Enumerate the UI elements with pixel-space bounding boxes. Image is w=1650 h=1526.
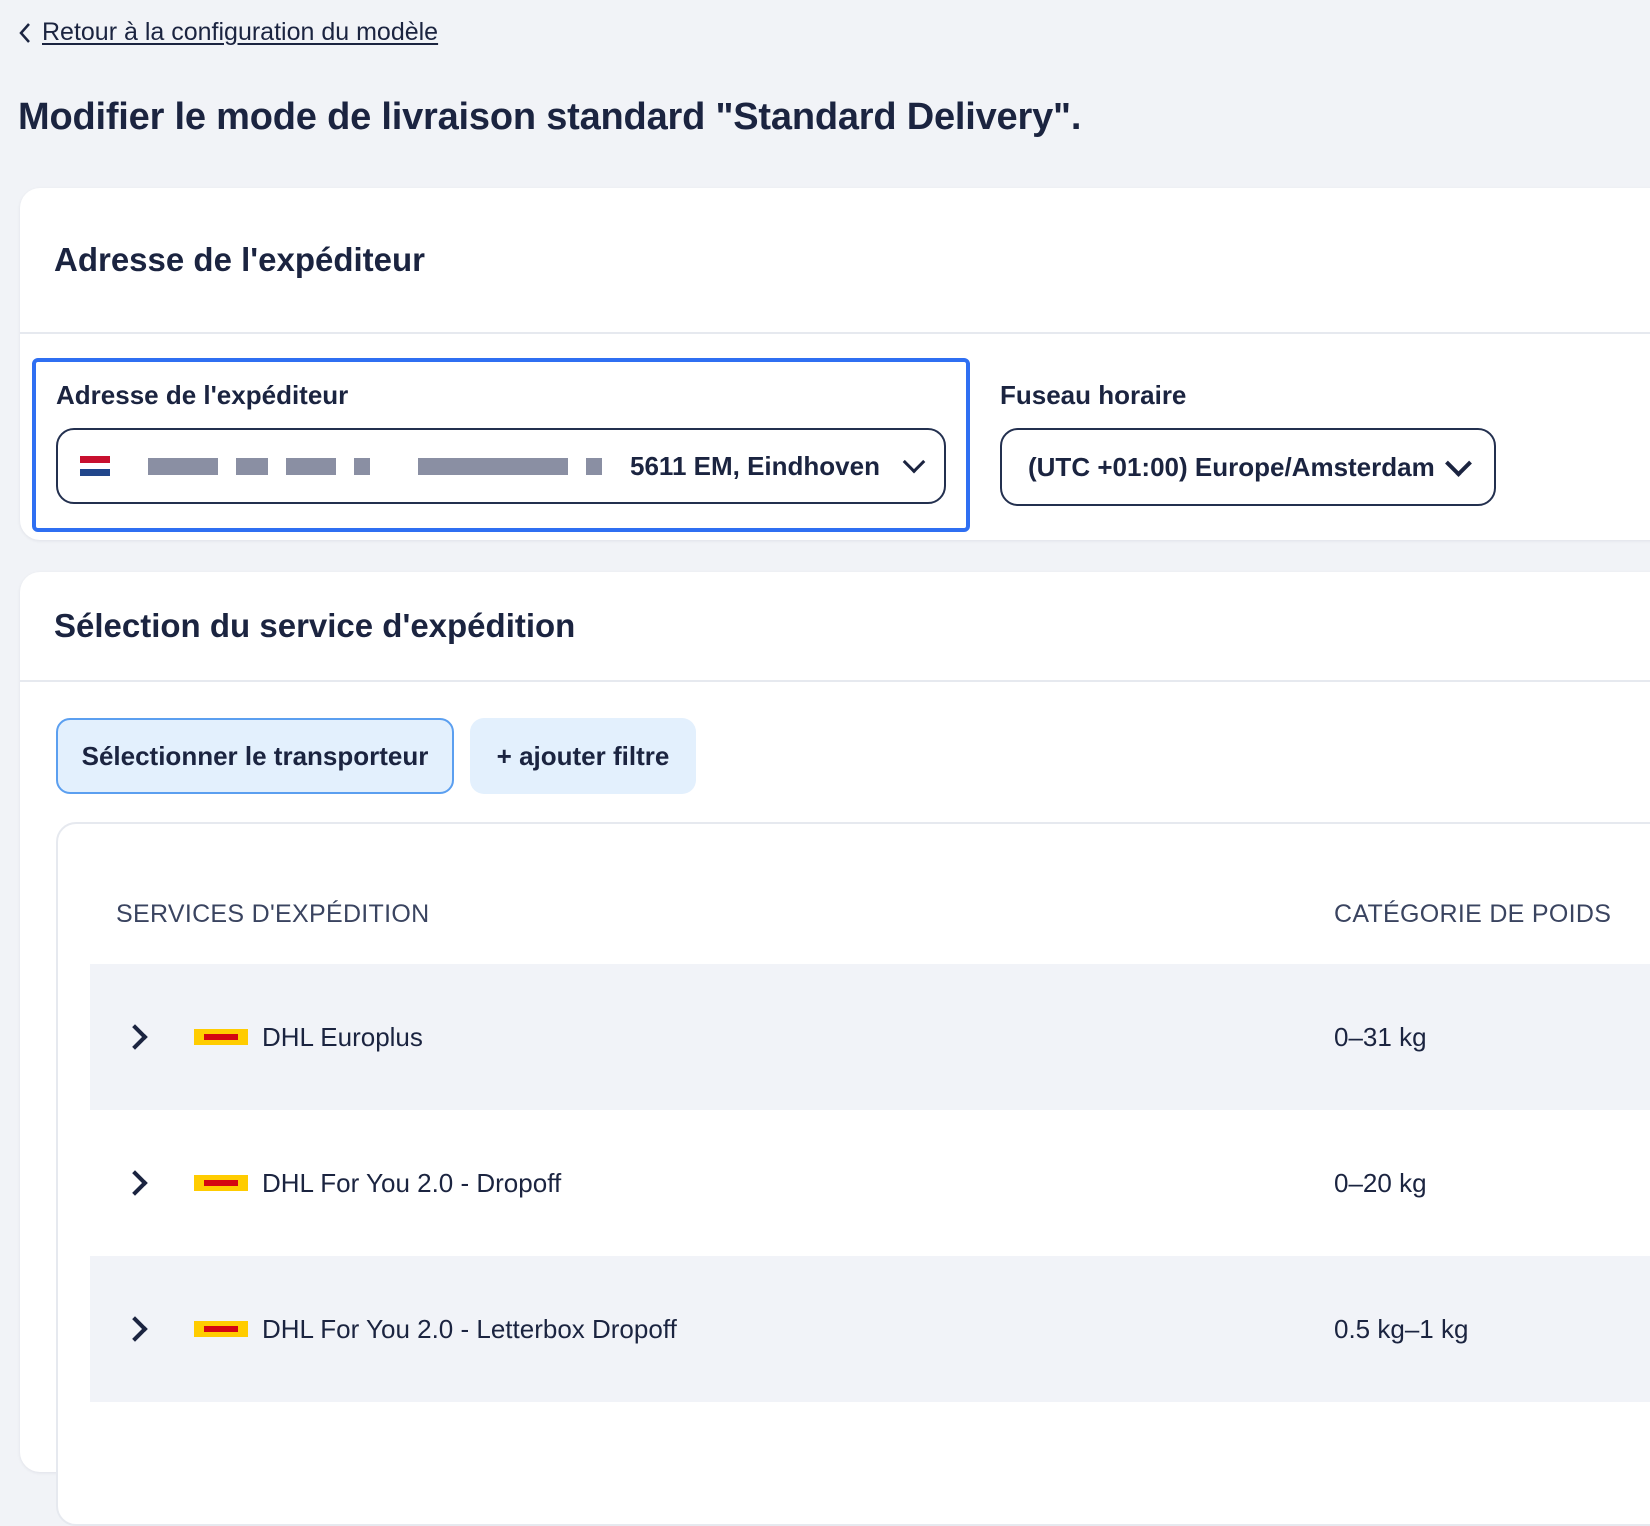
sender-card-heading: Adresse de l'expéditeur [54,241,425,278]
column-header-services: SERVICES D'EXPÉDITION [116,900,430,928]
dhl-logo-icon [194,1175,248,1191]
dhl-logo-icon [194,1321,248,1337]
sender-address-field: Adresse de l'expéditeur 5611 EM, Eindhov… [32,358,970,532]
chevron-down-icon [1445,449,1472,477]
sender-address-select[interactable]: 5611 EM, Eindhoven [56,428,946,504]
weight-category: 0–20 kg [1334,1167,1427,1198]
add-filter-button[interactable]: + ajouter filtre [470,718,696,794]
chevron-left-icon [19,22,30,43]
timezone-select[interactable]: (UTC +01:00) Europe/Amsterdam [1000,428,1496,506]
sender-card-header: Adresse de l'expéditeur [20,188,1650,334]
table-row[interactable]: DHL For You 2.0 - Letterbox Dropoff 0.5 … [90,1256,1650,1402]
table-row[interactable]: DHL For You 2.0 - Dropoff 0–20 kg [90,1110,1650,1256]
shipping-services-table: SERVICES D'EXPÉDITION CATÉGORIE DE POIDS… [56,822,1650,1526]
service-name: DHL Europlus [262,1021,423,1052]
back-link-label: Retour à la configuration du modèle [42,18,439,46]
sender-address-label: Adresse de l'expéditeur [56,380,349,410]
service-card-header: Sélection du service d'expédition [20,572,1650,682]
chevron-right-icon[interactable] [122,1316,148,1342]
netherlands-flag-icon [80,456,110,477]
timezone-label: Fuseau horaire [1000,380,1187,410]
service-card-heading: Sélection du service d'expédition [54,607,576,644]
shipping-service-card: Sélection du service d'expédition Sélect… [20,572,1650,1526]
chevron-right-icon[interactable] [122,1170,148,1196]
weight-category: 0–31 kg [1334,1021,1427,1052]
page-title: Modifier le mode de livraison standard "… [18,96,1082,138]
sender-address-value: 5611 EM, Eindhoven [630,450,880,481]
service-name: DHL For You 2.0 - Letterbox Dropoff [262,1313,677,1344]
table-row[interactable]: DHL Europlus 0–31 kg [90,964,1650,1110]
weight-category: 0.5 kg–1 kg [1334,1313,1469,1344]
sender-address-card: Adresse de l'expéditeur Adresse de l'exp… [20,188,1650,540]
service-name: DHL For You 2.0 - Dropoff [262,1167,562,1198]
chevron-right-icon[interactable] [122,1024,148,1050]
select-carrier-button[interactable]: Sélectionner le transporteur [56,718,454,794]
chevron-down-icon [902,450,926,474]
dhl-logo-icon [194,1029,248,1045]
redacted-address [148,457,630,475]
back-link[interactable]: Retour à la configuration du modèle [18,18,438,47]
column-header-weight: CATÉGORIE DE POIDS [1334,900,1612,928]
timezone-value: (UTC +01:00) Europe/Amsterdam [1028,451,1435,482]
